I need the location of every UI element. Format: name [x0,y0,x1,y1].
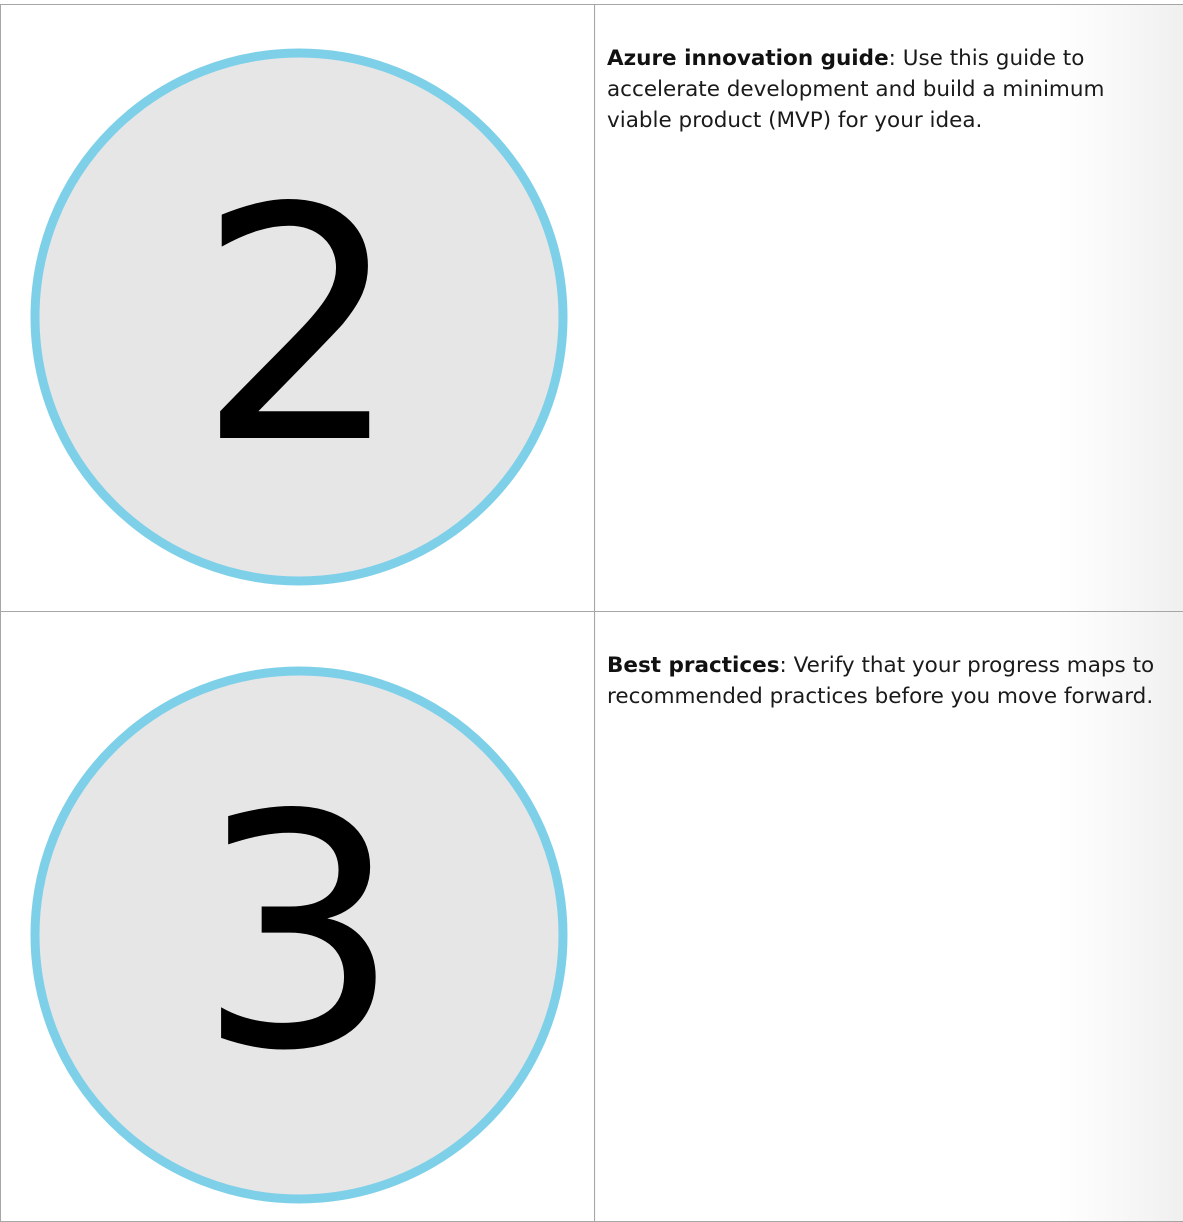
step-icon-cell: 3 [1,612,595,1222]
step-row: 2 Azure innovation guide: Use this guide… [1,5,1183,612]
step-number: 3 [197,746,402,1121]
steps-table: 2 Azure innovation guide: Use this guide… [0,4,1183,1222]
step-title: Azure innovation guide [607,46,889,71]
step-row: 3 Best practices: Verify that your progr… [1,612,1183,1222]
title-separator: : [889,46,896,71]
step-3-circle-icon: 3 [1,612,594,1221]
step-title: Best practices [607,653,780,678]
step-icon-cell: 2 [1,5,595,612]
step-2-circle-icon: 2 [1,5,594,611]
step-description: Azure innovation guide: Use this guide t… [607,43,1175,136]
step-text-cell: Best practices: Verify that your progres… [595,612,1183,1222]
step-description: Best practices: Verify that your progres… [607,650,1175,712]
title-separator: : [780,653,787,678]
step-text-cell: Azure innovation guide: Use this guide t… [595,5,1183,612]
step-number: 2 [197,139,402,514]
